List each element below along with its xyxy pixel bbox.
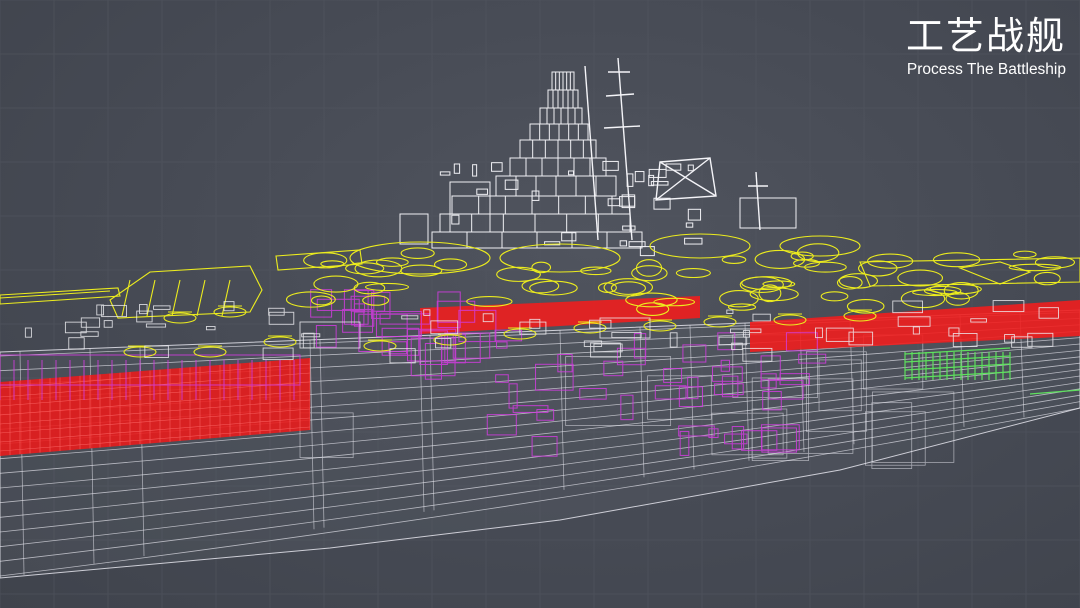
superstructure-detail [684,237,703,245]
turret-e [779,235,861,257]
turret-mesh [196,279,206,317]
superstructure-detail [439,171,451,176]
superstructure-detail [491,162,503,172]
main-turret-forward [109,265,263,319]
title-block: 工艺战舰 Process The Battleship [906,14,1066,80]
battleship-wireframe-render [0,0,1080,608]
secondary-gun-mount [820,291,849,302]
deck-fitting [24,327,32,338]
main-gun-barrel [0,287,121,305]
superstructure-detail [453,163,461,174]
forward-director [399,213,429,245]
deck-fitting [268,307,285,316]
wireframe-viewport: 工艺战舰 Process The Battleship [0,0,1080,608]
title-chinese: 工艺战舰 [905,14,1066,58]
superstructure-detail [451,214,460,225]
deck-fitting [139,304,148,315]
turret-mesh [171,279,181,317]
deck-fitting [68,337,85,350]
deck-fitting [205,326,216,331]
secondary-gun-mount [597,282,617,293]
secondary-gun-mount [635,259,663,277]
title-english: Process The Battleship [906,61,1066,78]
superstructure-detail [607,198,621,207]
superstructure-detail [687,208,702,221]
secondary-gun-mount [364,282,410,292]
superstructure-detail [619,240,628,247]
secondary-gun-mount [762,280,796,288]
superstructure-detail [472,164,478,177]
secondary-gun-mount [496,266,541,282]
deck-fitting [726,309,734,314]
superstructure-detail [561,232,577,242]
aa-mount [163,312,197,324]
superstructure-detail [568,170,574,176]
secondary-gun-mount [1013,250,1037,259]
superstructure-detail [622,225,636,231]
turret-mesh [146,279,156,317]
superstructure-detail [648,168,667,178]
superstructure-detail [602,160,619,171]
aft-superstructure [739,197,797,229]
deck-fitting [401,315,419,320]
secondary-gun-mount [400,247,435,259]
turret-mesh [121,279,131,317]
secondary-gun-mount [529,280,578,296]
secondary-gun-mount [796,243,840,263]
superstructure-wireframe [399,71,797,257]
deck-fitting [301,333,321,338]
deck-fitting [96,304,105,316]
secondary-gun-mount [631,265,668,282]
superstructure-detail [685,222,694,228]
deck-fitting [268,311,295,325]
secondary-gun-mount [739,276,784,293]
superstructure-detail [628,241,646,248]
secondary-gun-mount [313,275,359,293]
secondary-gun-mount [721,255,747,264]
secondary-gun-mount [310,295,333,306]
turret-d [649,233,751,259]
secondary-gun-mount [897,269,944,287]
superstructure-detail [634,171,645,183]
superstructure-detail [687,164,694,172]
